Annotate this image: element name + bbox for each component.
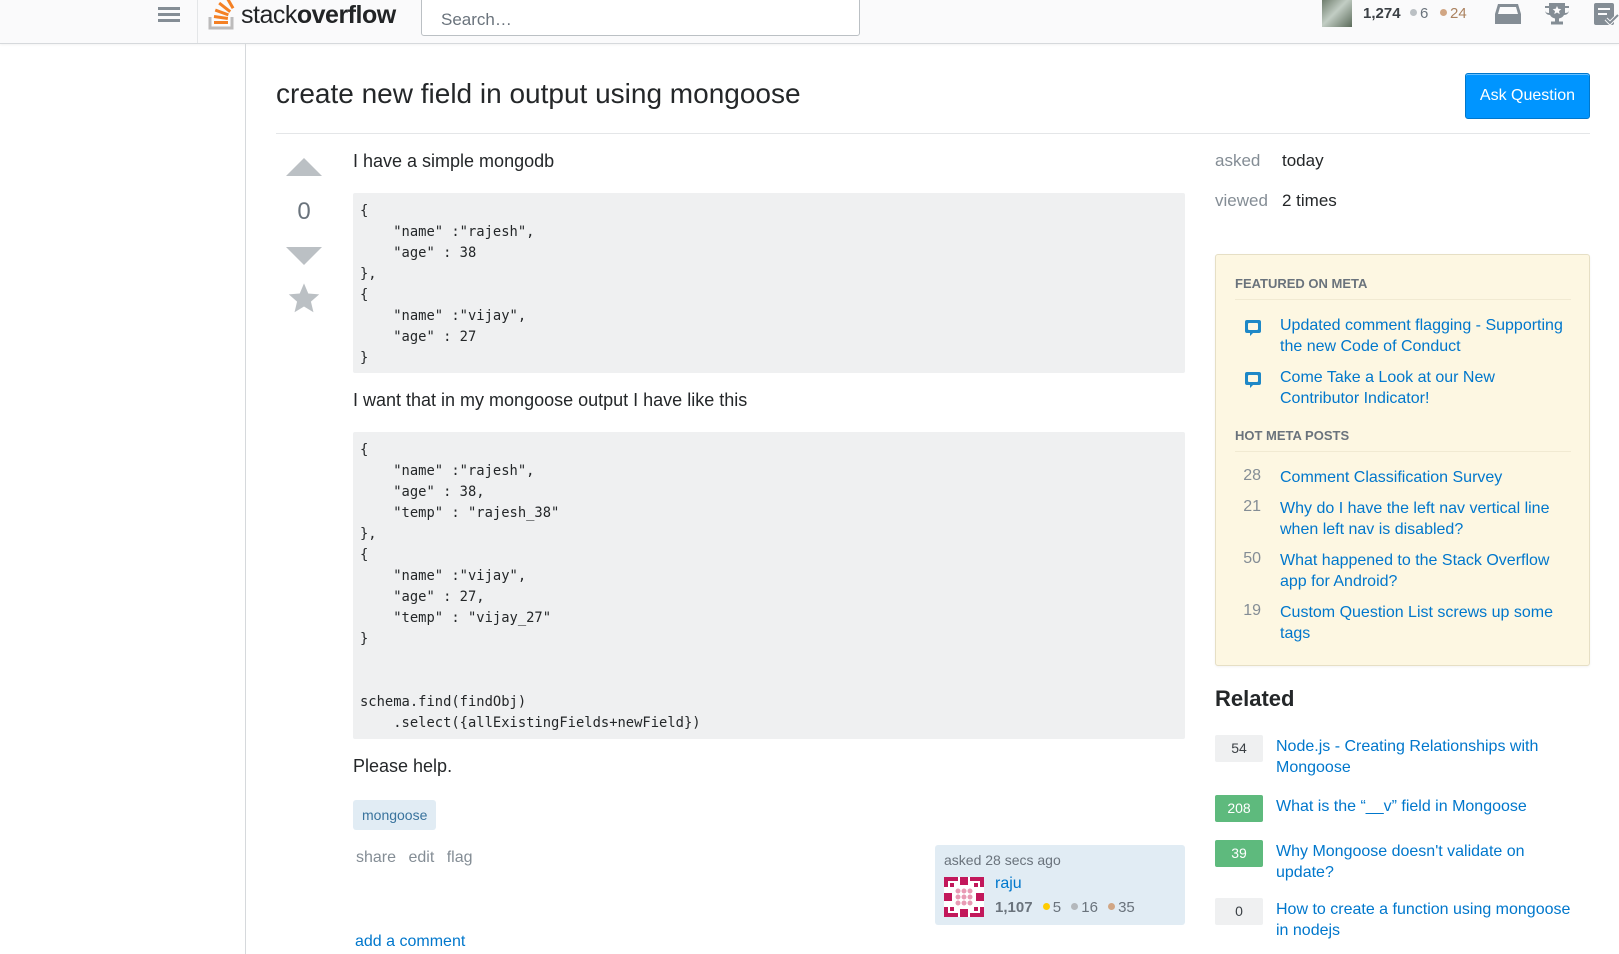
related-link[interactable]: Why Mongoose doesn't validate on update? (1276, 841, 1576, 883)
question-title[interactable]: create new field in output using mongoos… (276, 78, 801, 110)
user-silver-badges: 6 (1410, 5, 1428, 22)
featured-on-meta-heading: FEATURED ON META (1235, 276, 1368, 291)
hot-meta-link[interactable]: What happened to the Stack Overflow app … (1280, 550, 1575, 592)
hot-meta-score: 50 (1243, 550, 1261, 567)
related-score: 0 (1215, 898, 1263, 925)
hot-meta-score: 21 (1243, 498, 1261, 515)
viewed-value: 2 times (1282, 191, 1337, 210)
owner-stats: 1,107 5 16 35 (995, 899, 1141, 916)
hot-meta-link[interactable]: Custom Question List screws up some tags (1280, 602, 1575, 644)
viewed-label: viewed (1215, 191, 1268, 210)
inbox-icon[interactable] (1494, 2, 1522, 26)
owner-bronze-badges: 35 (1108, 899, 1135, 916)
add-comment-link[interactable]: add a comment (355, 933, 465, 951)
header-divider (276, 133, 1590, 134)
featured-link[interactable]: Come Take a Look at our New Contributor … (1280, 367, 1575, 409)
related-link[interactable]: What is the “__v” field in Mongoose (1276, 796, 1576, 817)
edit-link[interactable]: edit (408, 849, 434, 866)
related-heading: Related (1215, 686, 1295, 711)
flag-link[interactable]: flag (447, 849, 473, 866)
featured-divider (1235, 299, 1571, 300)
tag-mongoose[interactable]: mongoose (353, 800, 437, 830)
hot-meta-posts-heading: HOT META POSTS (1235, 428, 1350, 443)
owner-silver-badges: 16 (1071, 899, 1098, 916)
logo-bold: overflow (296, 1, 396, 29)
related-score: 54 (1215, 735, 1263, 762)
meta-speech-bubble-icon (1245, 372, 1261, 388)
stack-logo-icon (208, 0, 235, 30)
bronze-badge-icon (1440, 9, 1447, 16)
post-paragraph-outro: Please help. (353, 756, 453, 776)
downvote-arrow-icon[interactable] (286, 247, 322, 265)
hot-meta-link[interactable]: Comment Classification Survey (1280, 467, 1575, 488)
stackoverflow-logo[interactable]: stackoverflow (207, 0, 396, 30)
hot-divider (1235, 451, 1571, 452)
bronze-count: 24 (1450, 5, 1467, 22)
gold-badge-icon (1042, 903, 1050, 910)
user-bronze-badges: 24 (1440, 5, 1467, 22)
silver-badge-icon (1410, 9, 1417, 16)
left-nav-border (245, 44, 246, 954)
related-link[interactable]: Node.js - Creating Relationships with Mo… (1276, 736, 1576, 778)
hot-meta-link[interactable]: Why do I have the left nav vertical line… (1280, 498, 1575, 540)
user-avatar[interactable] (1322, 0, 1352, 27)
owner-signature-card: asked 28 secs ago raju 1,107 5 16 35 (935, 845, 1185, 925)
vote-count: 0 (297, 198, 311, 225)
logo-light: stack (241, 1, 297, 29)
related-link[interactable]: How to create a function using mongoose … (1276, 899, 1576, 941)
post-menu: share edit flag (356, 849, 481, 867)
silver-badge-icon (1071, 903, 1079, 910)
achievements-trophy-icon[interactable] (1543, 2, 1571, 26)
meta-speech-bubble-icon (1245, 320, 1261, 336)
upvote-arrow-icon[interactable] (286, 158, 322, 176)
user-reputation[interactable]: 1,274 (1363, 5, 1401, 22)
topbar-divider (197, 0, 198, 43)
meta-sidebar-box: FEATURED ON META Updated comment flaggin… (1215, 254, 1590, 666)
featured-link[interactable]: Updated comment flagging - Supporting th… (1280, 315, 1575, 357)
bronze-count: 35 (1118, 899, 1135, 916)
hot-meta-score: 28 (1243, 467, 1261, 484)
asked-time: asked 28 secs ago (944, 852, 1061, 868)
gold-count: 5 (1052, 899, 1062, 916)
owner-reputation: 1,107 (995, 899, 1033, 916)
favorite-star-icon[interactable] (288, 282, 320, 314)
silver-count: 16 (1081, 899, 1098, 916)
post-paragraph-middle: I want that in my mongoose output I have… (353, 390, 748, 410)
owner-gold-badges: 5 (1042, 899, 1062, 916)
code-block-output: { "name" :"rajesh", "age" : 38, "temp" :… (353, 432, 1185, 739)
ask-question-button[interactable]: Ask Question (1465, 73, 1590, 119)
search-input[interactable] (421, 0, 860, 36)
code-block-input: { "name" :"rajesh", "age" : 38 }, { "nam… (353, 193, 1185, 373)
review-queue-icon[interactable] (1592, 2, 1619, 26)
share-link[interactable]: share (356, 849, 396, 866)
hamburger-menu-icon[interactable] (156, 4, 182, 26)
bronze-badge-icon (1108, 903, 1116, 910)
asked-label: asked (1215, 151, 1261, 170)
post-paragraph-intro: I have a simple mongodb (353, 151, 555, 171)
owner-name-link[interactable]: raju (995, 875, 1022, 893)
related-score: 208 (1215, 795, 1263, 822)
owner-avatar[interactable] (944, 877, 984, 917)
logo-text: stackoverflow (241, 1, 396, 29)
hot-meta-score: 19 (1243, 602, 1261, 619)
related-score: 39 (1215, 840, 1263, 867)
asked-value: today (1282, 151, 1324, 170)
silver-count: 6 (1420, 5, 1429, 22)
top-bar: stackoverflow 1,274 6 24 (0, 0, 1619, 44)
